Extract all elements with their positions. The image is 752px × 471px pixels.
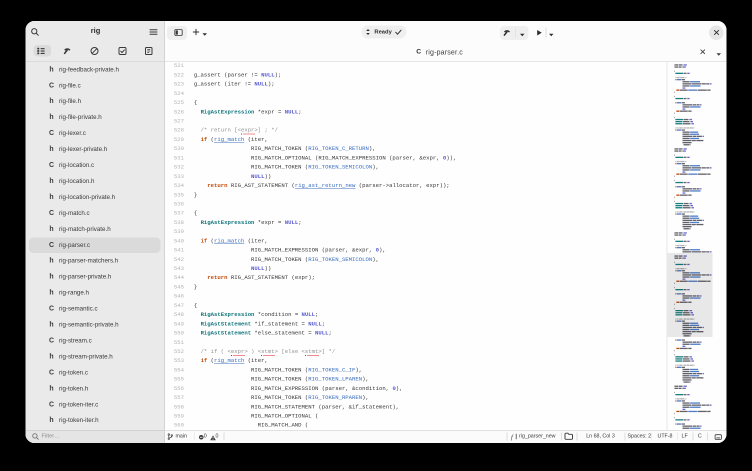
svg-text:f: f (511, 434, 514, 441)
